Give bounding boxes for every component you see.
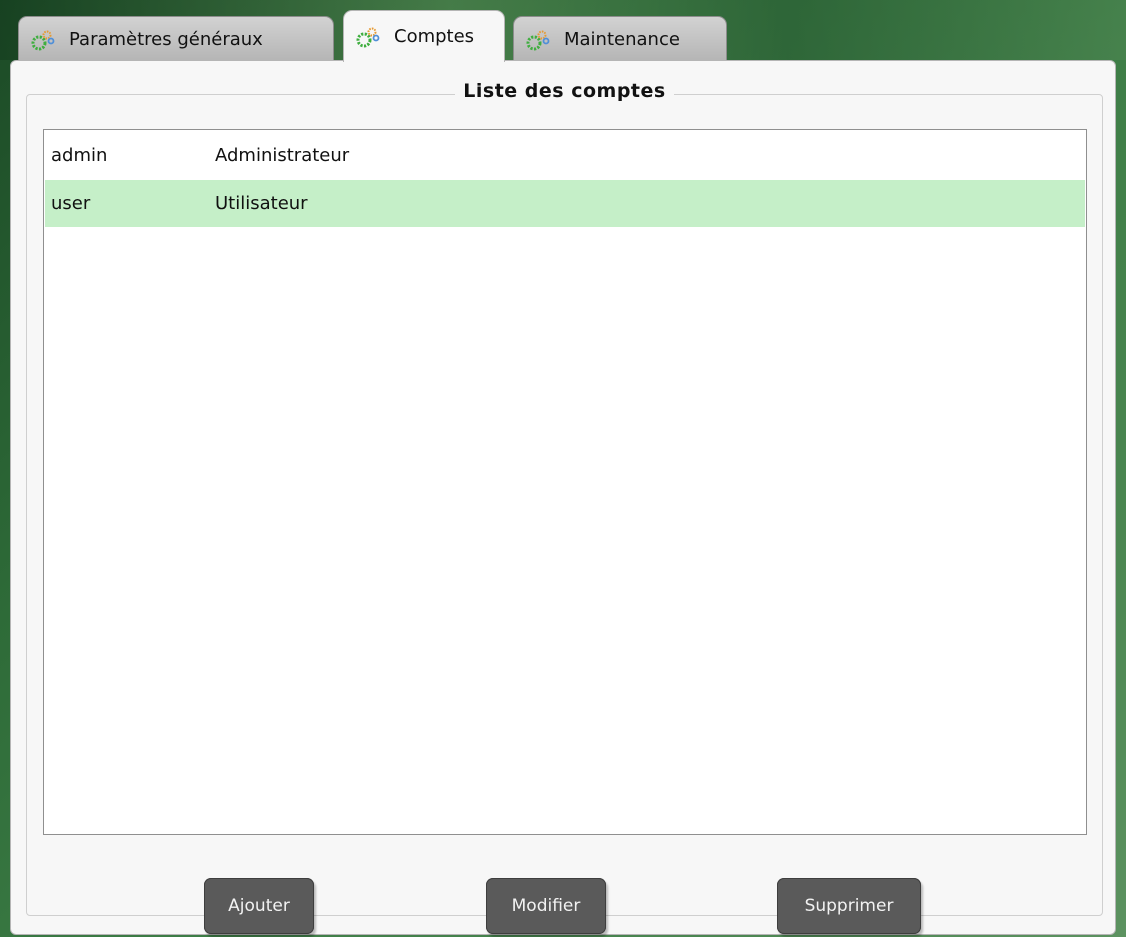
tab-accounts[interactable]: Comptes	[343, 10, 505, 62]
tab-label: Paramètres généraux	[69, 29, 263, 50]
gear-icon	[31, 30, 55, 50]
gear-icon	[356, 27, 380, 47]
accounts-list[interactable]: admin Administrateur user Utilisateur	[43, 129, 1087, 835]
tab-label: Comptes	[394, 26, 475, 47]
accounts-panel: Liste des comptes admin Administrateur u…	[10, 60, 1116, 935]
list-item-admin[interactable]: admin Administrateur	[45, 132, 1085, 179]
add-button[interactable]: Ajouter	[204, 878, 314, 934]
account-role: Utilisateur	[215, 193, 308, 214]
group-title-text: Liste des comptes	[455, 80, 674, 102]
account-login: user	[51, 193, 91, 214]
account-login: admin	[51, 145, 108, 166]
tab-maintenance[interactable]: Maintenance	[513, 16, 727, 62]
tab-label: Maintenance	[564, 29, 680, 50]
group-title: Liste des comptes	[27, 80, 1102, 102]
account-role: Administrateur	[215, 145, 350, 166]
gear-icon	[526, 30, 550, 50]
delete-button[interactable]: Supprimer	[777, 878, 921, 934]
tab-general-settings[interactable]: Paramètres généraux	[18, 16, 334, 62]
list-item-user[interactable]: user Utilisateur	[45, 180, 1085, 227]
edit-button[interactable]: Modifier	[486, 878, 606, 934]
accounts-groupbox: Liste des comptes admin Administrateur u…	[26, 80, 1103, 934]
